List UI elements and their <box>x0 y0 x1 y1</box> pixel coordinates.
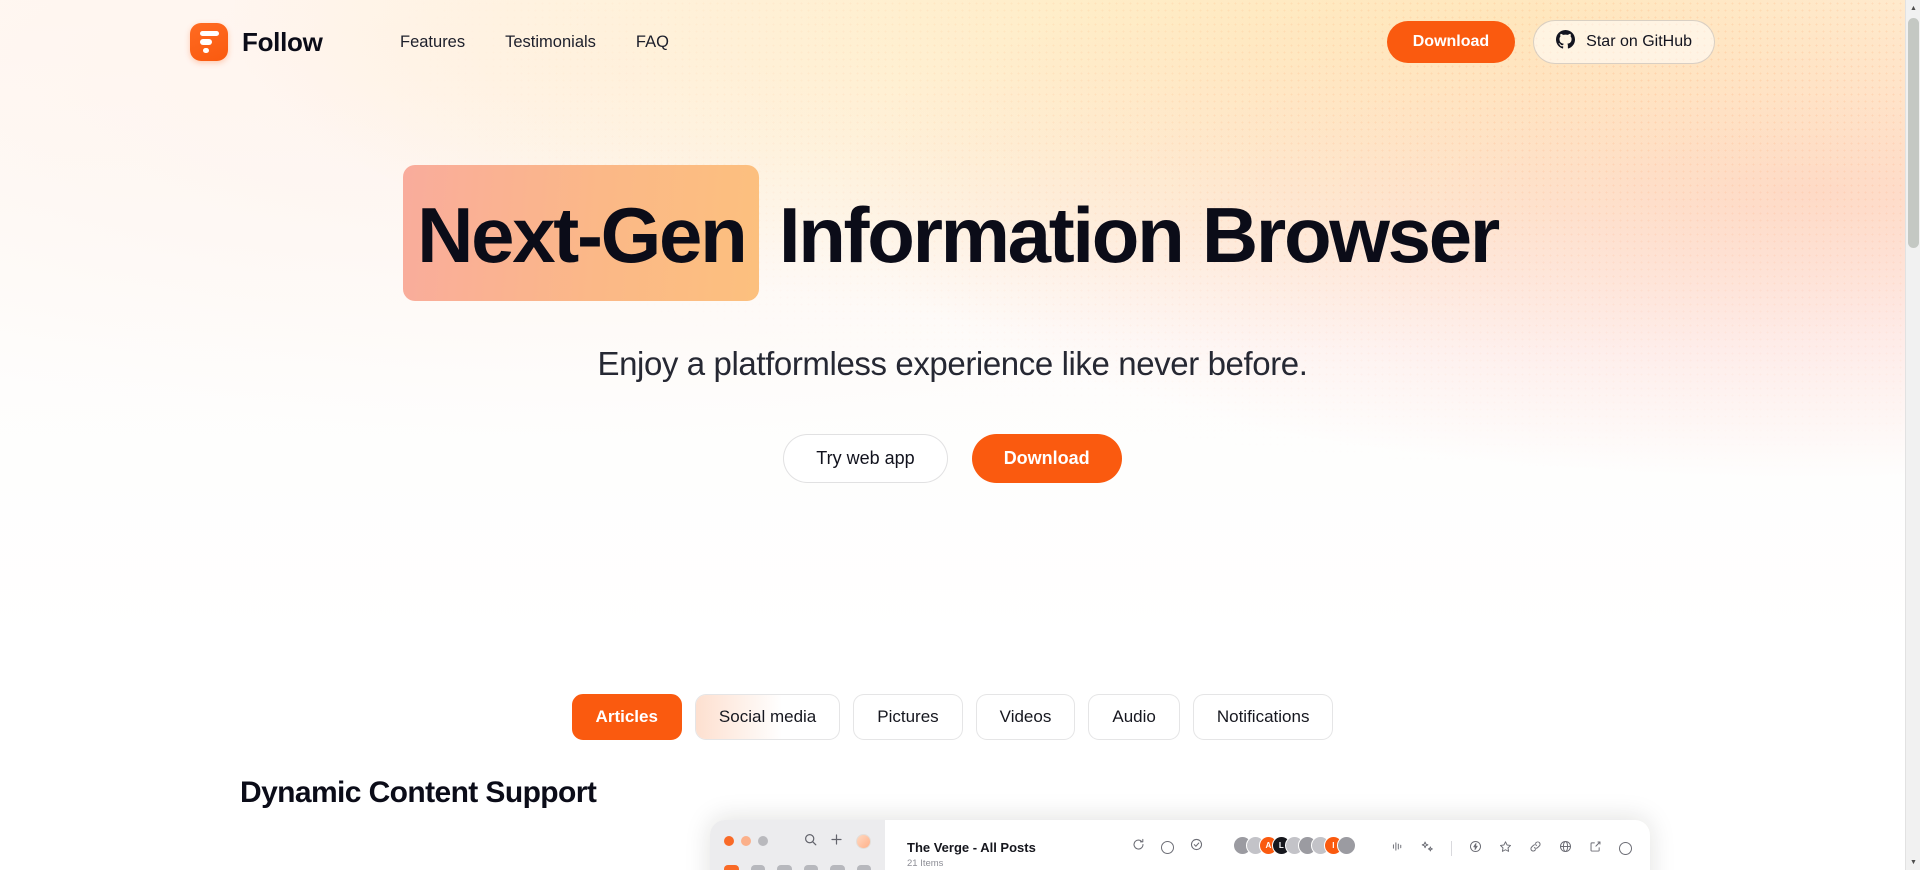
app-preview-sidebar <box>710 820 885 870</box>
tab-audio[interactable]: Audio <box>1088 694 1180 740</box>
close-window-icon[interactable] <box>724 836 734 846</box>
section-heading: Dynamic Content Support <box>240 776 597 809</box>
twitter-icon[interactable] <box>750 865 765 870</box>
site-header: Follow Features Testimonials FAQ Downloa… <box>0 0 1905 84</box>
follow-logo-icon <box>190 23 228 61</box>
app-preview-window: The Verge - All Posts 21 Items A L I <box>710 820 1650 870</box>
tab-articles[interactable]: Articles <box>571 694 682 740</box>
tab-social-media-label: Social media <box>718 707 817 726</box>
feed-title-block: The Verge - All Posts 21 Items <box>907 834 1036 869</box>
brand-name: Follow <box>242 26 323 57</box>
browser-scrollbar[interactable]: ▲ ▼ <box>1905 0 1920 870</box>
nav-link-features[interactable]: Features <box>400 33 465 52</box>
tab-notifications[interactable]: Notifications <box>1192 694 1334 740</box>
page-viewport: Follow Features Testimonials FAQ Downloa… <box>0 0 1905 870</box>
header-download-button[interactable]: Download <box>1386 21 1516 63</box>
avatar[interactable] <box>1336 836 1356 855</box>
window-controls <box>724 833 871 849</box>
microphone-icon[interactable] <box>830 865 845 870</box>
ai-sparkle-icon[interactable] <box>1421 840 1434 856</box>
globe-icon[interactable] <box>1559 840 1572 856</box>
subscriber-avatar-stack: A L I <box>1232 836 1356 855</box>
scroll-down-icon[interactable]: ▼ <box>1906 854 1920 870</box>
entry-toolbar <box>1391 840 1632 856</box>
hero-subtitle: Enjoy a platformless experience like nev… <box>597 345 1308 382</box>
account-avatar-icon[interactable] <box>856 833 871 849</box>
star-icon[interactable] <box>1499 840 1512 856</box>
tab-videos[interactable]: Videos <box>975 694 1076 740</box>
github-icon <box>1556 30 1576 54</box>
scroll-up-icon[interactable]: ▲ <box>1906 0 1920 16</box>
audio-wave-icon[interactable] <box>1391 840 1404 856</box>
tab-social-media[interactable]: Social media <box>694 694 841 740</box>
tab-audio-label: Audio <box>1112 707 1156 726</box>
sidebar-tools <box>804 833 871 849</box>
star-on-github-label: Star on GitHub <box>1586 33 1692 50</box>
picture-icon[interactable] <box>777 865 792 870</box>
unread-circle-icon[interactable] <box>1160 840 1174 854</box>
scrollbar-thumb[interactable] <box>1908 18 1919 248</box>
refresh-icon[interactable] <box>1132 838 1145 856</box>
hero-title-rest: Information Browser <box>778 191 1500 279</box>
plus-icon[interactable] <box>830 833 843 849</box>
maximize-window-icon[interactable] <box>758 836 768 846</box>
mark-read-icon[interactable] <box>1190 838 1203 856</box>
tab-videos-label: Videos <box>999 707 1052 726</box>
brand-logo[interactable]: Follow <box>190 23 323 61</box>
share-icon[interactable] <box>1589 840 1602 856</box>
search-icon[interactable] <box>804 833 817 849</box>
toolbar-divider <box>1451 840 1452 856</box>
tab-pictures-label: Pictures <box>877 707 939 726</box>
header-actions: Download Star on GitHub <box>1386 20 1715 64</box>
video-icon[interactable] <box>803 865 818 870</box>
service-filter-row <box>724 865 871 870</box>
try-web-app-button[interactable]: Try web app <box>783 434 948 483</box>
star-on-github-button[interactable]: Star on GitHub <box>1533 20 1715 64</box>
circle-icon[interactable] <box>1619 841 1632 855</box>
feed-title: The Verge - All Posts <box>907 840 1036 855</box>
megaphone-icon[interactable] <box>856 865 871 870</box>
app-preview-main: The Verge - All Posts 21 Items A L I <box>885 820 1650 870</box>
main-nav: Features Testimonials FAQ <box>400 33 669 52</box>
minimize-window-icon[interactable] <box>741 836 751 846</box>
link-icon[interactable] <box>1529 840 1542 856</box>
tab-notifications-label: Notifications <box>1216 707 1310 726</box>
rss-icon[interactable] <box>724 865 739 870</box>
nav-link-testimonials[interactable]: Testimonials <box>505 33 596 52</box>
feed-item-count: 21 Items <box>907 858 944 869</box>
hero-download-button[interactable]: Download <box>971 434 1122 483</box>
zap-icon[interactable] <box>1469 840 1482 856</box>
hero-title-highlight: Next-Gen <box>403 165 760 301</box>
tab-articles-label: Articles <box>595 707 658 726</box>
hero-cta-group: Try web app Download <box>0 434 1905 483</box>
content-type-tabs: Articles Social media Pictures Videos Au… <box>0 694 1905 740</box>
page-title: Next-Gen Information Browser <box>0 165 1905 301</box>
feed-actions <box>1132 838 1203 856</box>
tab-pictures[interactable]: Pictures <box>853 694 963 740</box>
nav-link-faq[interactable]: FAQ <box>636 33 669 52</box>
